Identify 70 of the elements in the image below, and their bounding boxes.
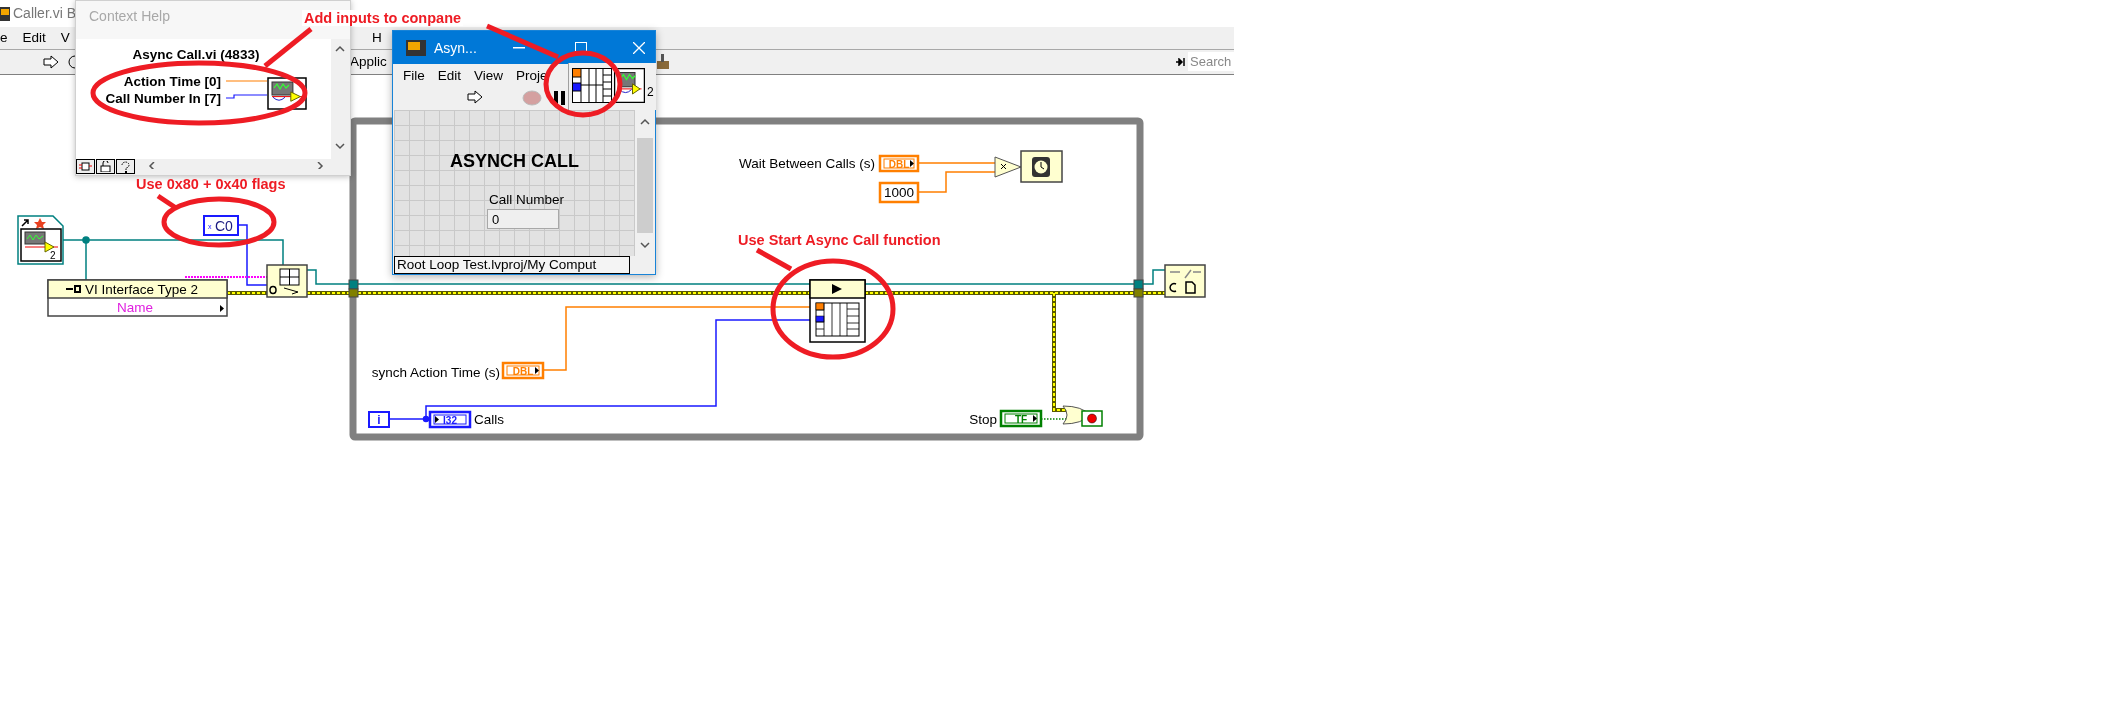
menu-item[interactable]: Proje bbox=[516, 67, 548, 83]
chevron-icon[interactable] bbox=[316, 162, 326, 169]
numeric-control: DBL bbox=[501, 361, 545, 380]
toolbar-label[interactable]: Applic bbox=[350, 54, 387, 69]
start-async-call-node bbox=[809, 279, 866, 343]
scroll-thumb[interactable] bbox=[637, 138, 653, 233]
control-label: synch Action Time (s) bbox=[371, 365, 500, 380]
window-title: Asyn... bbox=[434, 39, 477, 56]
chevron-icon[interactable] bbox=[335, 45, 345, 52]
chevron-icon[interactable] bbox=[335, 143, 345, 150]
close-icon[interactable] bbox=[633, 41, 645, 54]
connector-pane-icon[interactable] bbox=[572, 68, 612, 103]
search-field[interactable]: Search bbox=[1188, 52, 1234, 71]
annotation-line bbox=[263, 27, 313, 68]
window-title: Context Help bbox=[89, 8, 170, 24]
run-arrow-icon[interactable] bbox=[467, 90, 483, 104]
chevron-icon[interactable] bbox=[640, 118, 650, 125]
status-bar: Root Loop Test.lvproj/My Comput bbox=[394, 256, 630, 274]
tool-icon[interactable] bbox=[656, 53, 670, 71]
minimize-icon[interactable] bbox=[513, 46, 525, 49]
tunnel bbox=[348, 279, 359, 298]
multiply-icon bbox=[994, 156, 1022, 178]
close-reference-node bbox=[1164, 264, 1206, 298]
annotation-text: Add inputs to conpane bbox=[302, 10, 464, 26]
help-button[interactable] bbox=[116, 159, 135, 174]
terminal-label: Call Number In [7] bbox=[105, 90, 221, 107]
menu-item[interactable]: V bbox=[60, 30, 70, 45]
menu-item[interactable]: e bbox=[0, 30, 8, 45]
menu-item[interactable]: Edit bbox=[437, 67, 462, 83]
tunnel bbox=[1133, 279, 1144, 298]
iteration-terminal: i bbox=[368, 411, 390, 428]
icon-number: 2 bbox=[50, 250, 56, 261]
numeric-constant: 1000 bbox=[878, 181, 920, 204]
menu-item[interactable]: Edit bbox=[22, 30, 46, 45]
control-label: Stop bbox=[969, 412, 997, 427]
numeric-field[interactable]: 0 bbox=[487, 209, 559, 229]
maximize-icon[interactable] bbox=[575, 42, 587, 53]
control-label: Call Number bbox=[489, 192, 565, 207]
run-arrow-icon[interactable] bbox=[43, 55, 59, 69]
numeric-indicator: I32 bbox=[428, 410, 472, 429]
run-continuously-icon[interactable] bbox=[67, 55, 75, 69]
boolean-control: TF bbox=[999, 409, 1043, 428]
menu-item[interactable]: File bbox=[403, 67, 425, 83]
annotation-text: Use 0x80 + 0x40 flags bbox=[135, 176, 287, 192]
icon-number: 2 bbox=[647, 85, 654, 99]
vi-reference-icon bbox=[17, 215, 64, 265]
annotation-line bbox=[755, 247, 793, 272]
wire bbox=[1040, 418, 1067, 420]
menu-item[interactable]: View bbox=[474, 67, 504, 83]
chevron-icon[interactable] bbox=[148, 162, 158, 169]
indicator-label: Calls bbox=[474, 412, 504, 427]
diagram-button[interactable] bbox=[76, 159, 95, 174]
lock-button[interactable] bbox=[96, 159, 115, 174]
pause-icon[interactable] bbox=[554, 91, 566, 105]
control-label: Wait Between Calls (s) bbox=[738, 156, 875, 171]
numeric-control: DBL bbox=[878, 154, 920, 173]
app-icon bbox=[0, 6, 10, 22]
stop-condition-icon bbox=[1081, 410, 1103, 427]
annotation-line bbox=[156, 193, 178, 211]
property-node[interactable]: VI Interface Type 2 Name bbox=[47, 279, 228, 317]
terminal-label: Action Time [0] bbox=[123, 73, 221, 90]
window-title: Caller.vi B bbox=[13, 5, 77, 21]
panel-heading: ASYNCH CALL bbox=[449, 151, 580, 172]
open-reference-node bbox=[266, 264, 308, 298]
vi-window-icon bbox=[406, 39, 426, 56]
annotation-text: Use Start Async Call function bbox=[737, 232, 942, 248]
collapse-icon[interactable] bbox=[1176, 58, 1185, 66]
menu-item[interactable]: H bbox=[372, 30, 382, 45]
vi-name: Async Call.vi (4833) bbox=[131, 47, 261, 62]
chevron-icon[interactable] bbox=[640, 242, 650, 249]
